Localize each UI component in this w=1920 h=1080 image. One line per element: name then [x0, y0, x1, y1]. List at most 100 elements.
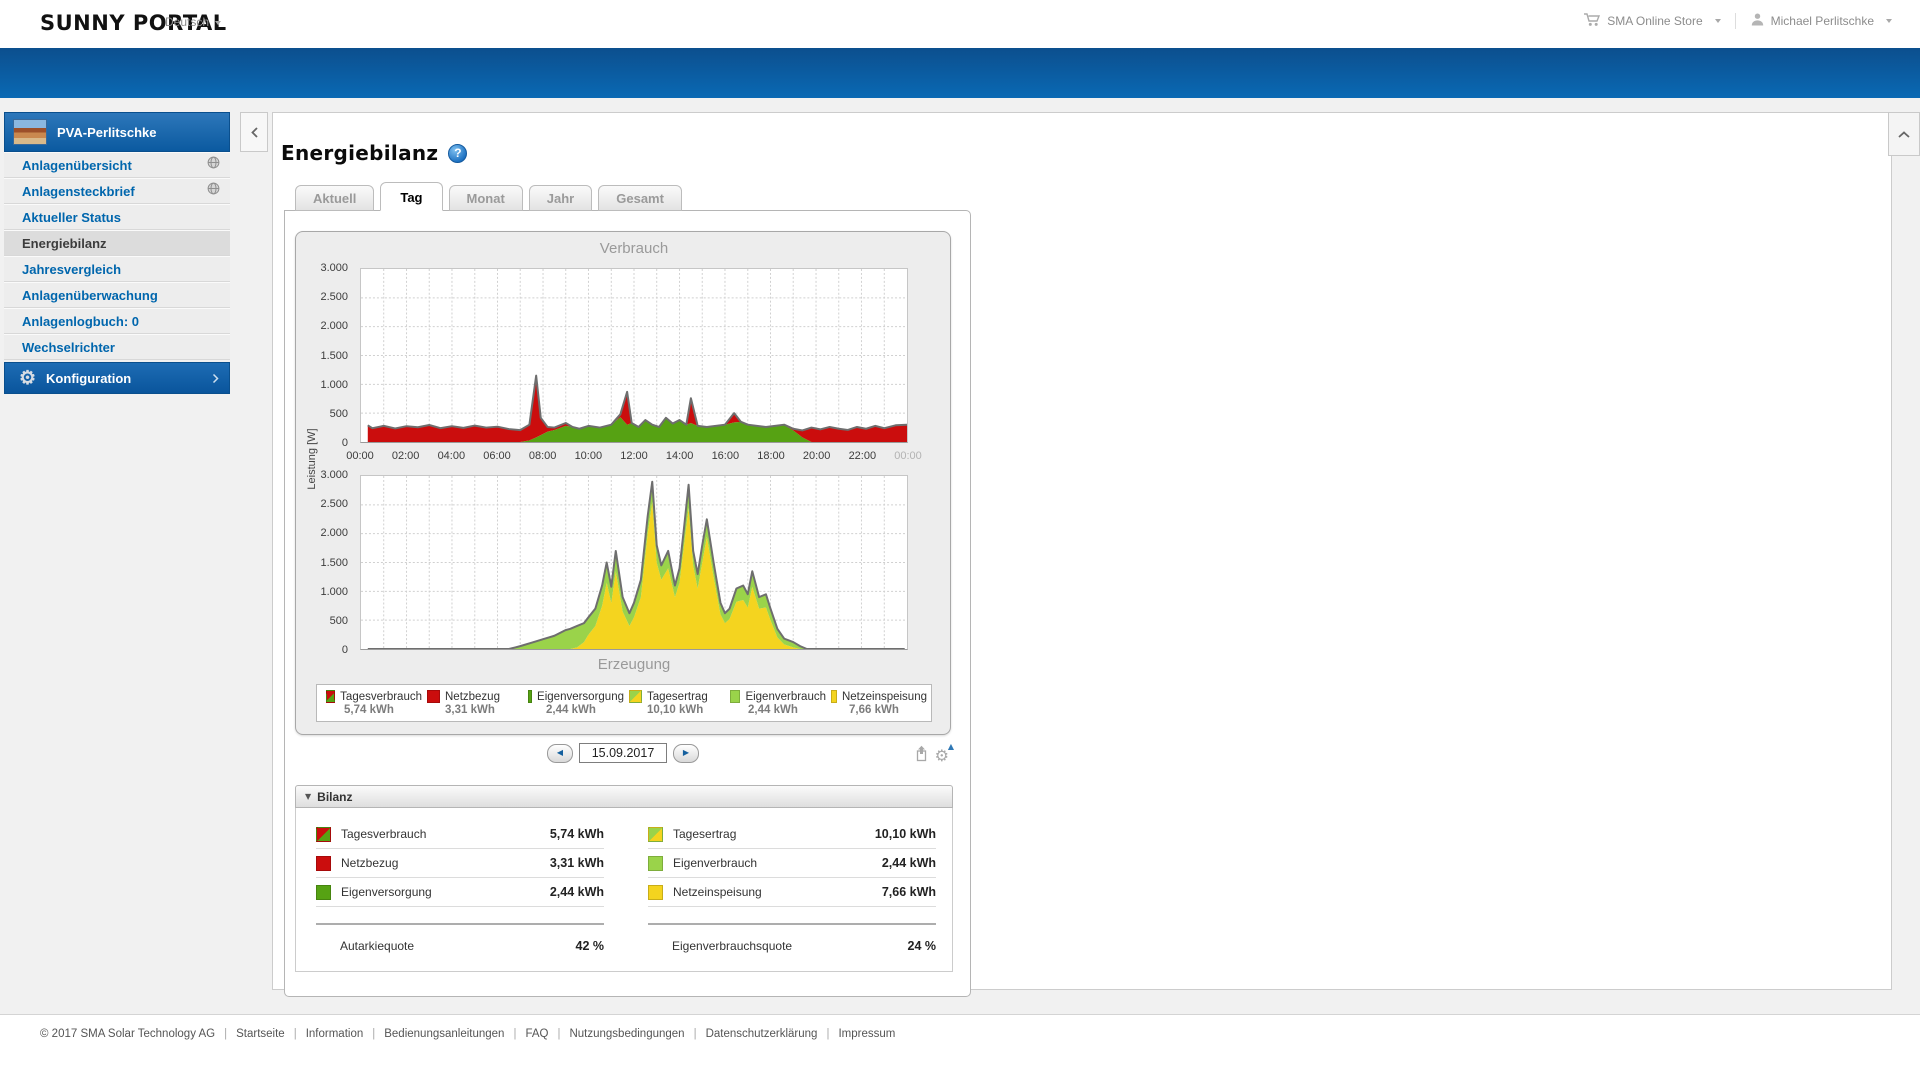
- legend-item: Netzeinspeisung 7,66 kWh: [826, 690, 927, 716]
- footer-link[interactable]: Information: [306, 1028, 364, 1040]
- gear-icon: ⚙: [19, 367, 37, 389]
- globe-icon: [207, 182, 220, 200]
- legend-item: Netzbezug 3,31 kWh: [422, 690, 523, 716]
- tab[interactable]: Monat: [448, 185, 523, 211]
- sunny-portal-page: { "topbar": { "logo": "SUNNY PORTAL", "l…: [0, 0, 1920, 1080]
- date-navigation: ◀ ▶ ⚙▲: [295, 743, 954, 769]
- y-axis-ticks-erzeugung: 3.000 2.500 2.000 1.500 1.000 500 0: [320, 469, 348, 656]
- autarkiequote-row: Autarkiequote 42 %: [316, 923, 604, 953]
- footer-link[interactable]: Startseite: [236, 1028, 285, 1040]
- language-selector[interactable]: Deutsch: [165, 15, 222, 29]
- bilanz-left-column: Tagesverbrauch 5,74 kWh Netzbezug 3,31 k…: [316, 820, 604, 953]
- date-input[interactable]: [579, 743, 667, 763]
- sidebar-item[interactable]: Energiebilanz: [4, 230, 230, 256]
- tab[interactable]: Gesamt: [598, 185, 682, 211]
- collapse-panel-button[interactable]: [240, 112, 268, 152]
- tab-label: Jahr: [546, 191, 575, 206]
- help-icon[interactable]: ?: [448, 143, 468, 163]
- plant-header[interactable]: PVA-Perlitschke: [4, 112, 230, 152]
- sidebar-item[interactable]: Aktueller Status: [4, 204, 230, 230]
- tab-label: Gesamt: [616, 191, 664, 206]
- legend-swatch: [326, 690, 336, 703]
- bilanz-row: Tagesverbrauch 5,74 kWh: [316, 820, 604, 849]
- legend-value: 3,31 kWh: [445, 704, 495, 716]
- user-menu[interactable]: Michael Perlitschke: [1750, 12, 1892, 30]
- legend-item: Tagesverbrauch 5,74 kWh: [321, 690, 422, 716]
- tab-label: Aktuell: [313, 191, 357, 206]
- sidebar-menu: Anlagenübersicht Anlagensteckbrief Aktue…: [4, 152, 230, 360]
- chevron-down-icon: [215, 20, 222, 25]
- bilanz-swatch: [316, 826, 331, 842]
- bilanz-swatch: [316, 884, 331, 900]
- legend-value: 10,10 kWh: [647, 704, 704, 716]
- legend-swatch: [427, 690, 440, 703]
- sidebar-item[interactable]: Anlagenübersicht: [4, 152, 230, 178]
- bilanz-row: Tagesertrag 10,10 kWh: [648, 820, 936, 849]
- arrow-left-icon: ◀: [556, 748, 564, 757]
- legend-value: 2,44 kWh: [546, 704, 596, 716]
- chart-title-verbrauch: Verbrauch: [599, 240, 669, 257]
- sidebar-item[interactable]: Wechselrichter: [4, 334, 230, 360]
- cart-icon: [1583, 12, 1601, 30]
- plant-name: PVA-Perlitschke: [57, 124, 157, 140]
- x-axis-ticks: 00:00 02:00 04:00 06:00 08:00 10:00 12:00 14:00…: [346, 450, 922, 462]
- sidebar: PVA-Perlitschke Anlagenübersicht Anlagen…: [4, 112, 230, 394]
- footer-link[interactable]: Bedienungsanleitungen: [384, 1028, 504, 1040]
- chevron-down-icon: [1714, 19, 1721, 23]
- erzeugung-chart: [360, 475, 908, 650]
- legend-swatch: [528, 690, 533, 703]
- tab[interactable]: Tag: [380, 182, 443, 211]
- bilanz-swatch: [648, 884, 663, 900]
- tab[interactable]: Aktuell: [295, 185, 375, 211]
- sidebar-item[interactable]: Anlagenlogbuch: 0: [4, 308, 230, 334]
- tab-panel-tag: Verbrauch Leistung [W] 3.000 2.500 2.000 1.…: [284, 210, 971, 997]
- sidebar-item[interactable]: Jahresvergleich: [4, 256, 230, 282]
- bilanz-swatch: [648, 826, 663, 842]
- top-bar: SUNNY PORTAL Deutsch SMA Online Store Mi…: [0, 0, 1920, 48]
- chart-settings-icon[interactable]: ⚙ ▲: [935, 743, 954, 764]
- triangle-up-icon: ▲: [947, 742, 954, 751]
- bilanz-panel: ▼ Bilanz Tagesverbrauch 5,74 kWh Netzbez…: [295, 785, 953, 972]
- chart-legend: Tagesverbrauch 5,74 kWh Netzbezug 3,31 k…: [316, 684, 932, 722]
- sidebar-item[interactable]: Anlagensteckbrief: [4, 178, 230, 204]
- chevron-down-icon: [1886, 19, 1892, 23]
- sidebar-item[interactable]: Anlagenüberwachung: [4, 282, 230, 308]
- online-store-link[interactable]: SMA Online Store: [1583, 12, 1721, 30]
- footer-link[interactable]: Nutzungsbedingungen: [569, 1028, 684, 1040]
- bilanz-row: Eigenverbrauch 2,44 kWh: [648, 849, 936, 878]
- bilanz-row: Netzeinspeisung 7,66 kWh: [648, 878, 936, 907]
- footer-link[interactable]: Impressum: [838, 1028, 895, 1040]
- prev-day-button[interactable]: ◀: [547, 743, 573, 763]
- bilanz-row: Eigenversorgung 2,44 kWh: [316, 878, 604, 907]
- scroll-top-button[interactable]: [1888, 112, 1920, 156]
- page-title: Energiebilanz: [281, 141, 439, 165]
- y-axis-ticks-verbrauch: 3.000 2.500 2.000 1.500 1.000 500 0: [320, 262, 348, 449]
- chevron-right-icon: [212, 373, 219, 383]
- copyright: © 2017 SMA Solar Technology AG: [40, 1028, 216, 1040]
- export-icon[interactable]: [913, 745, 929, 767]
- eigenverbrauchsquote-row: Eigenverbrauchsquote 24 %: [648, 923, 936, 953]
- bilanz-title: Bilanz: [317, 789, 353, 804]
- legend-swatch: [629, 690, 642, 703]
- legend-item: Tagesertrag 10,10 kWh: [624, 690, 725, 716]
- arrow-right-icon: ▶: [682, 748, 690, 757]
- plant-photo: [13, 119, 47, 145]
- tab[interactable]: Jahr: [528, 185, 593, 211]
- konfiguration-label: Konfiguration: [46, 370, 132, 386]
- store-label: SMA Online Store: [1607, 14, 1703, 28]
- bilanz-swatch: [316, 855, 331, 871]
- legend-value: 2,44 kWh: [748, 704, 798, 716]
- legend-value: 7,66 kWh: [849, 704, 899, 716]
- legend-item: Eigenversorgung 2,44 kWh: [523, 690, 624, 716]
- sidebar-item-konfiguration[interactable]: ⚙ Konfiguration: [4, 362, 230, 394]
- triangle-down-icon: ▼: [305, 792, 312, 801]
- legend-value: 5,74 kWh: [344, 704, 394, 716]
- chevron-left-icon: [250, 126, 258, 138]
- next-day-button[interactable]: ▶: [673, 743, 699, 763]
- globe-icon: [207, 156, 220, 174]
- nav-bar: [0, 48, 1920, 98]
- footer-link[interactable]: FAQ: [525, 1028, 548, 1040]
- user-icon: [1750, 12, 1765, 30]
- bilanz-header[interactable]: ▼ Bilanz: [295, 785, 953, 808]
- footer-link[interactable]: Datenschutzerklärung: [706, 1028, 818, 1040]
